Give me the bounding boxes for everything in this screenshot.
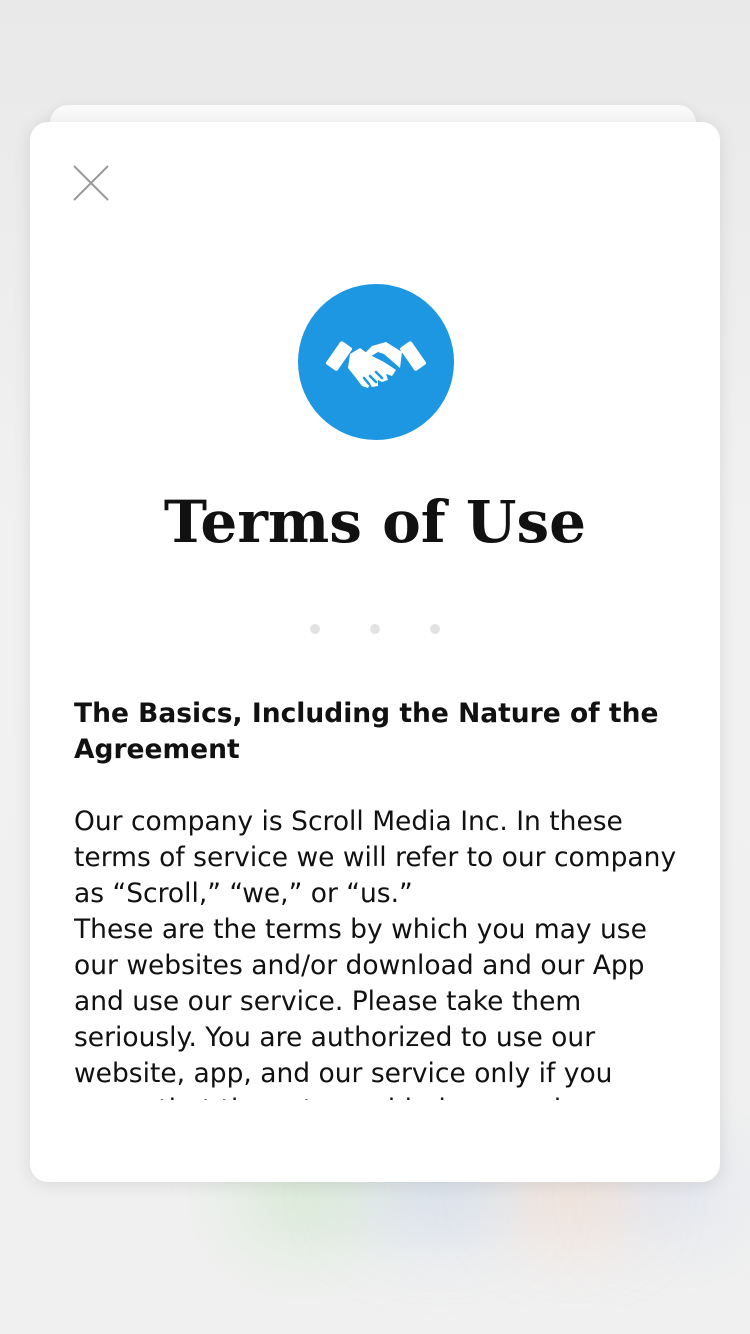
terms-paragraph-1: Our company is Scroll Media Inc. In thes… <box>74 806 677 909</box>
page-title: Terms of Use <box>163 488 587 556</box>
page-dot-1[interactable] <box>310 624 320 634</box>
close-button[interactable] <box>70 162 112 204</box>
handshake-icon <box>326 341 426 388</box>
handshake-badge <box>298 284 454 440</box>
section-heading: The Basics, Including the Nature of the … <box>74 698 659 765</box>
page-indicator <box>30 624 720 636</box>
terms-paragraph-2: These are the terms by which you may use… <box>74 914 647 1100</box>
close-icon[interactable] <box>70 162 112 204</box>
terms-modal: Terms of Use The Basics, Including the N… <box>30 122 720 1182</box>
page-dot-3[interactable] <box>430 624 440 634</box>
page-dot-2[interactable] <box>370 624 380 634</box>
terms-scroll-area[interactable]: The Basics, Including the Nature of the … <box>74 696 678 1100</box>
screen: Terms of Use The Basics, Including the N… <box>0 0 750 1334</box>
